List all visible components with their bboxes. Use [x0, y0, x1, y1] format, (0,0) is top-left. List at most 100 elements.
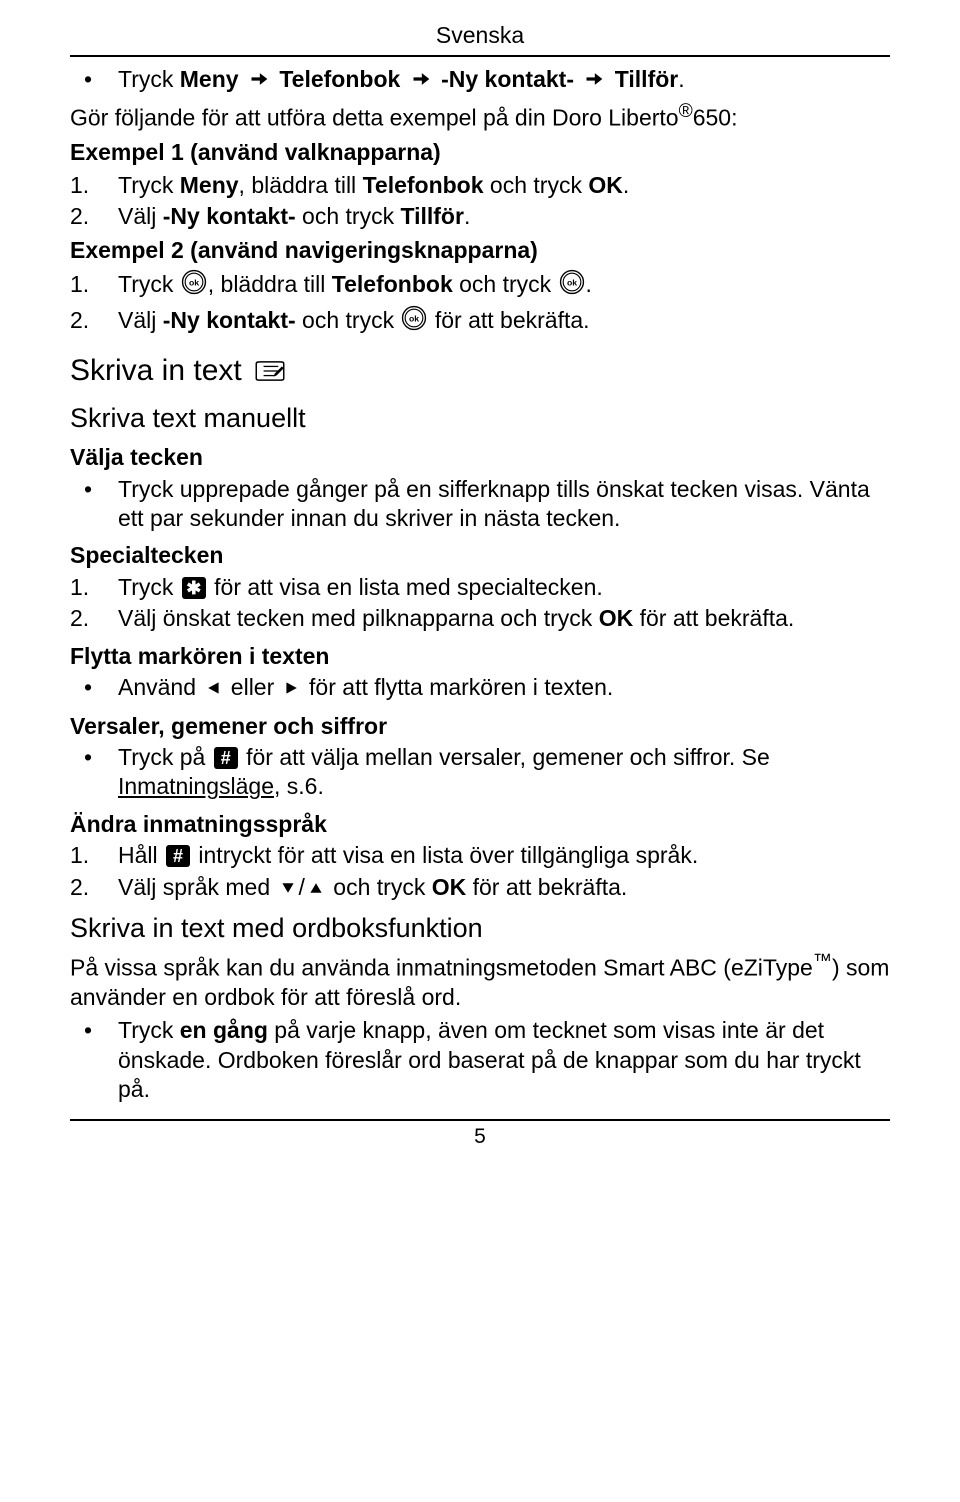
add-label: Tillför: [615, 66, 678, 92]
number: 2.: [70, 202, 118, 231]
bullet-item: • Tryck upprepade gånger på en sifferkna…: [70, 475, 890, 534]
text: .: [586, 271, 592, 297]
text: , bläddra till: [239, 172, 363, 198]
note-icon: [254, 354, 286, 392]
text: och tryck: [453, 271, 558, 297]
ok-button-icon: [559, 269, 585, 302]
number: 1.: [70, 573, 118, 602]
number: 2.: [70, 306, 118, 335]
text: , s.6.: [274, 773, 324, 799]
text: Välj: [118, 203, 163, 229]
phonebook-label: Telefonbok: [279, 66, 400, 92]
lang-list: 1. Håll # intryckt för att visa en lista…: [70, 841, 890, 903]
bullet: •: [70, 65, 118, 94]
subsubsection-heading: Specialtecken: [70, 541, 890, 570]
arrow-right-icon: [409, 67, 433, 96]
text: Håll: [118, 842, 164, 868]
text: Tryck: [118, 574, 180, 600]
bullet-item: • Använd eller för att flytta markören i…: [70, 673, 890, 703]
text: Tryck: [118, 1017, 180, 1043]
triangle-up-icon: [307, 874, 325, 903]
list-item: 1. Tryck Meny, bläddra till Telefonbok o…: [70, 171, 890, 200]
list-item: 2. Välj önskat tecken med pilknapparna o…: [70, 604, 890, 633]
link-text: Inmatningsläge: [118, 773, 274, 799]
example2-heading: Exempel 2 (använd navigeringsknapparna): [70, 236, 890, 265]
triangle-down-icon: [279, 874, 297, 903]
text: eller: [224, 674, 280, 700]
list-item: 2. Välj -Ny kontakt- och tryck Tillför.: [70, 202, 890, 231]
registered-mark: ®: [679, 101, 693, 122]
newcontact-label: -Ny kontakt-: [441, 66, 574, 92]
hash-key-icon: #: [214, 747, 238, 769]
text: .: [464, 203, 470, 229]
text: för att välja mellan versaler, gemener o…: [240, 744, 770, 770]
text: och tryck: [327, 874, 432, 900]
text: och tryck: [296, 307, 401, 333]
number: 1.: [70, 171, 118, 200]
subsection-heading: Skriva in text med ordboksfunktion: [70, 911, 890, 946]
ok-button-icon: [181, 269, 207, 302]
text: Välj önskat tecken med pilknapparna och …: [118, 605, 599, 631]
list-item: 1. Tryck , bläddra till Telefonbok och t…: [70, 269, 890, 302]
newcontact-label: -Ny kontakt-: [163, 307, 296, 333]
dict-paragraph: På vissa språk kan du använda inmatnings…: [70, 950, 890, 1013]
subsubsection-heading: Versaler, gemener och siffror: [70, 712, 890, 741]
subsection-heading: Skriva text manuellt: [70, 401, 890, 436]
number: 2.: [70, 604, 118, 633]
text: Gör följande för att utföra detta exempe…: [70, 105, 679, 131]
subsubsection-heading: Välja tecken: [70, 443, 890, 472]
add-label: Tillför: [400, 203, 463, 229]
text: och tryck: [296, 203, 401, 229]
text: , bläddra till: [208, 271, 332, 297]
bullet: •: [70, 475, 118, 504]
subsubsection-heading: Flytta markören i texten: [70, 642, 890, 671]
menu-label: Meny: [180, 172, 239, 198]
example1-list: 1. Tryck Meny, bläddra till Telefonbok o…: [70, 171, 890, 232]
bullet: •: [70, 1016, 118, 1045]
body-content: • Tryck Meny Telefonbok -Ny kontakt- Til…: [70, 65, 890, 1105]
text: .: [623, 172, 629, 198]
ok-label: OK: [432, 874, 467, 900]
arrow-right-icon: [247, 67, 271, 96]
text: Tryck upprepade gånger på en sifferknapp…: [118, 475, 890, 534]
star-key-icon: ✱: [182, 577, 206, 599]
text: .: [678, 66, 684, 92]
text: 650:: [693, 105, 738, 131]
text: Använd: [118, 674, 202, 700]
number: 1.: [70, 270, 118, 299]
text: Välj: [118, 307, 163, 333]
ok-label: OK: [588, 172, 623, 198]
trademark: ™: [813, 951, 832, 972]
newcontact-label: -Ny kontakt-: [163, 203, 296, 229]
nav-path: Tryck Meny Telefonbok -Ny kontakt- Tillf…: [118, 65, 890, 96]
list-item: 2. Välj -Ny kontakt- och tryck för att b…: [70, 305, 890, 338]
nav-path-row: • Tryck Meny Telefonbok -Ny kontakt- Til…: [70, 65, 890, 96]
bold-text: en gång: [180, 1017, 268, 1043]
text: för att bekräfta.: [428, 307, 589, 333]
page-header: Svenska: [70, 22, 890, 49]
example1-heading: Exempel 1 (använd valknapparna): [70, 138, 890, 167]
text: Tryck: [118, 172, 180, 198]
text: Tryck: [118, 66, 180, 92]
triangle-left-icon: [204, 674, 222, 703]
text: för att visa en lista med specialtecken.: [208, 574, 603, 600]
ok-label: OK: [599, 605, 634, 631]
bullet: •: [70, 743, 118, 772]
text: På vissa språk kan du använda inmatnings…: [70, 954, 813, 980]
special-list: 1. Tryck ✱ för att visa en lista med spe…: [70, 573, 890, 634]
text: intryckt för att visa en lista över till…: [192, 842, 698, 868]
intro-line: Gör följande för att utföra detta exempe…: [70, 100, 890, 133]
list-item: 1. Tryck ✱ för att visa en lista med spe…: [70, 573, 890, 602]
ok-button-icon: [401, 305, 427, 338]
bullet-item: • Tryck på # för att välja mellan versal…: [70, 743, 890, 802]
example2-list: 1. Tryck , bläddra till Telefonbok och t…: [70, 269, 890, 338]
arrow-right-icon: [582, 67, 606, 96]
text: för att bekräfta.: [633, 605, 794, 631]
page-number: 5: [70, 1125, 890, 1149]
rule-bottom: [70, 1119, 890, 1121]
section-heading: Skriva in text: [70, 352, 890, 392]
number: 2.: [70, 873, 118, 902]
text: Välj språk med: [118, 874, 277, 900]
text: för att bekräfta.: [466, 874, 627, 900]
menu-label: Meny: [180, 66, 239, 92]
